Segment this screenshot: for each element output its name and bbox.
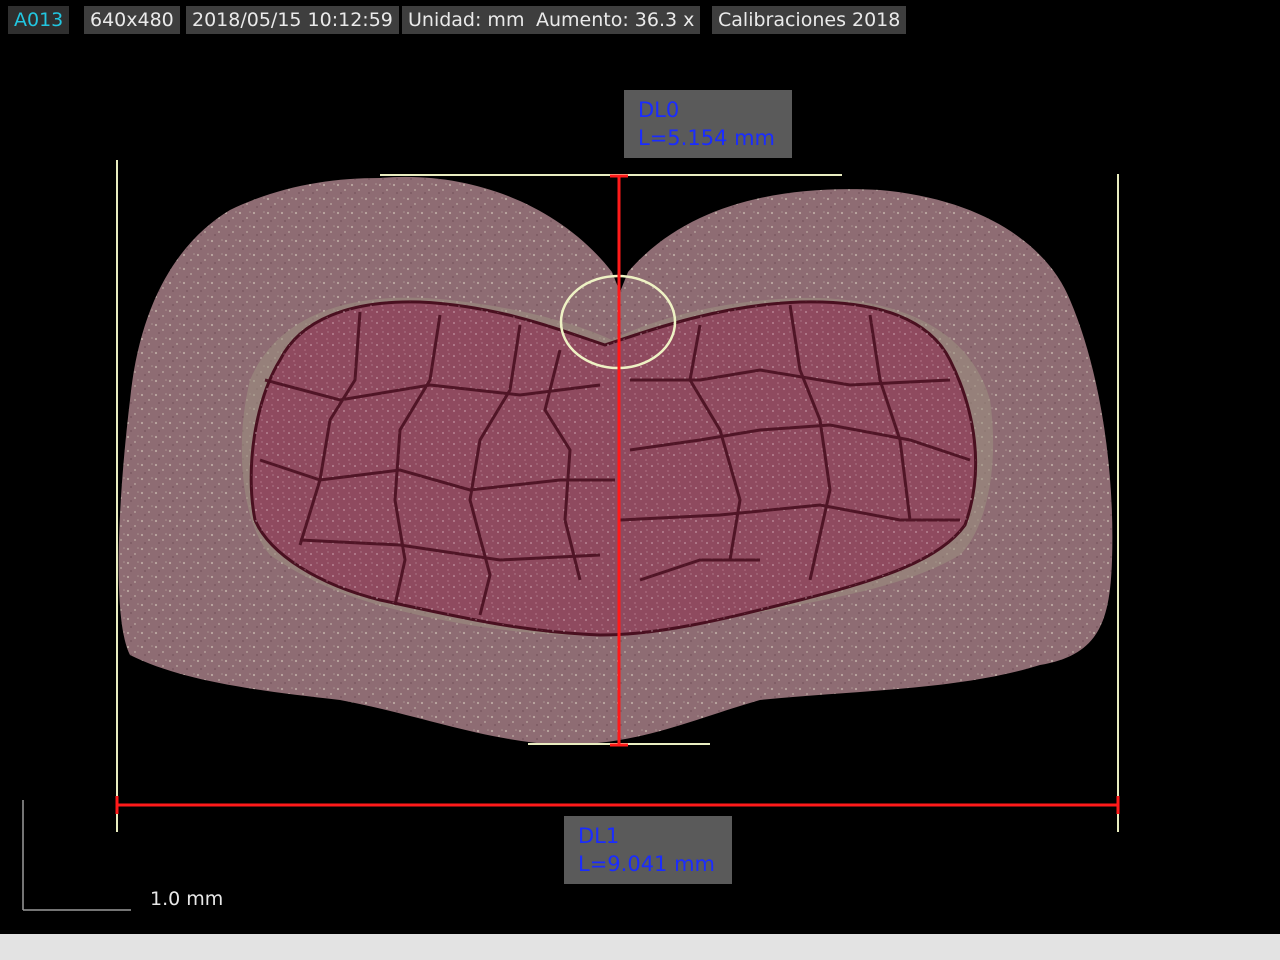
measure-line-dl1[interactable]	[115, 796, 1120, 814]
measure-length: L=9.041 mm	[578, 852, 716, 876]
unit-chip: Unidad: mm	[402, 6, 531, 34]
measure-name: DL1	[578, 824, 620, 848]
image-viewport[interactable]: A013 640x480 2018/05/15 10:12:59 Unidad:…	[0, 0, 1280, 934]
status-bar	[0, 934, 1280, 960]
scale-bar	[22, 800, 131, 911]
measure-length: L=5.154 mm	[638, 126, 776, 150]
image-id-chip: A013	[8, 6, 70, 34]
measure-label-dl1[interactable]: DL1 L=9.041 mm	[564, 816, 732, 884]
scale-bar-label: 1.0 mm	[150, 888, 224, 910]
measure-label-dl0[interactable]: DL0 L=5.154 mm	[624, 90, 792, 158]
magnification-chip: Aumento: 36.3 x	[530, 6, 701, 34]
measure-name: DL0	[638, 98, 680, 122]
datetime-chip: 2018/05/15 10:12:59	[186, 6, 399, 34]
resolution-chip: 640x480	[84, 6, 180, 34]
calibration-chip: Calibraciones 2018	[712, 6, 907, 34]
